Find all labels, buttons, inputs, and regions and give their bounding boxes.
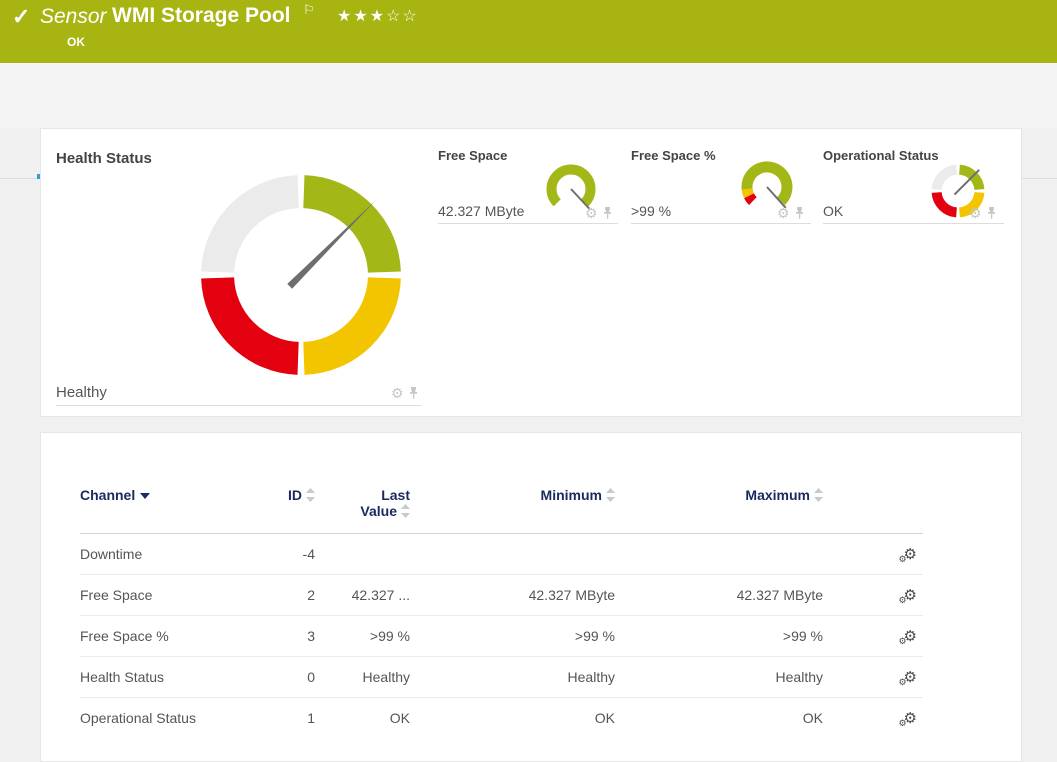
free-space-divider <box>438 223 618 224</box>
priority-flag-icon[interactable]: ⚐ <box>303 2 315 18</box>
table-row-free-space-pct[interactable]: Free Space % 3 >99 % >99 % >99 % ⚙ ⚙ <box>80 614 923 656</box>
tab-strip: Overview ((•)) Live Data 2 days 30 days … <box>0 63 1057 179</box>
cell-id: 3 <box>280 614 315 656</box>
column-header-last-label: Last <box>381 487 410 503</box>
cell-id: 1 <box>280 696 315 738</box>
column-header-maximum-label: Maximum <box>745 487 810 503</box>
health-status-value: Healthy <box>56 384 107 401</box>
cell-maximum: Healthy <box>615 655 823 697</box>
cell-minimum: 42.327 MByte <box>410 573 615 615</box>
operational-status-title: Operational Status <box>823 148 939 163</box>
cell-maximum: OK <box>615 696 823 738</box>
free-space-pct-actions[interactable]: ⚙ <box>777 205 805 222</box>
pin-icon[interactable] <box>986 206 997 219</box>
table-row-operational-status[interactable]: Operational Status 1 OK OK OK ⚙ ⚙ <box>80 696 923 738</box>
sort-icon <box>306 488 315 502</box>
health-status-gauge <box>201 175 401 375</box>
column-header-id-label: ID <box>288 487 302 503</box>
channel-settings-gear-icon[interactable]: ⚙ ⚙ <box>899 547 917 564</box>
priority-stars[interactable]: ★★★☆☆ <box>337 6 419 26</box>
column-header-settings <box>823 462 923 534</box>
cell-last-value <box>315 533 410 574</box>
sort-caret-down-icon <box>140 493 151 499</box>
cell-minimum <box>410 533 615 574</box>
channels-table: Channel ID Last Value Minimum Maximum Dow… <box>80 462 923 738</box>
pin-icon[interactable] <box>794 206 805 219</box>
cell-last-value: >99 % <box>315 614 410 656</box>
gear-icon[interactable]: ⚙ <box>969 205 982 221</box>
gear-icon[interactable]: ⚙ <box>391 385 404 401</box>
table-row-health-status[interactable]: Health Status 0 Healthy Healthy Healthy … <box>80 655 923 697</box>
free-space-value: 42.327 MByte <box>438 203 525 219</box>
operational-status-value: OK <box>823 203 844 219</box>
pin-icon[interactable] <box>602 206 613 219</box>
table-header-row: Channel ID Last Value Minimum Maximum <box>80 462 923 534</box>
pin-icon[interactable] <box>408 386 419 399</box>
table-row-free-space[interactable]: Free Space 2 42.327 ... 42.327 MByte 42.… <box>80 573 923 615</box>
free-space-pct-divider <box>631 223 811 224</box>
health-status-title: Health Status <box>56 150 152 167</box>
channel-settings-gear-icon[interactable]: ⚙ ⚙ <box>899 629 917 646</box>
column-header-minimum[interactable]: Minimum <box>410 462 615 534</box>
free-space-title: Free Space <box>438 148 508 163</box>
column-header-minimum-label: Minimum <box>540 487 602 503</box>
channel-settings-gear-icon[interactable]: ⚙ ⚙ <box>899 588 917 605</box>
sort-icon <box>606 488 615 502</box>
free-space-pct-title: Free Space % <box>631 148 716 163</box>
channel-settings-gear-icon[interactable]: ⚙ ⚙ <box>899 711 917 728</box>
column-header-id[interactable]: ID <box>280 462 315 534</box>
column-header-last-value[interactable]: Last Value <box>315 462 410 534</box>
gear-icon[interactable]: ⚙ <box>585 205 598 221</box>
sensor-status-badge: OK <box>67 35 85 49</box>
health-panel-divider <box>56 405 421 406</box>
column-header-channel-label: Channel <box>80 487 136 503</box>
cell-maximum: 42.327 MByte <box>615 573 823 615</box>
free-space-actions[interactable]: ⚙ <box>585 205 613 222</box>
cell-channel: Downtime <box>80 545 143 562</box>
operational-status-divider <box>823 223 1004 224</box>
cell-channel: Free Space <box>80 573 280 615</box>
sensor-title: WMI Storage Pool <box>112 4 291 27</box>
sort-icon <box>401 504 410 518</box>
cell-id: 0 <box>280 655 315 697</box>
column-header-value-label: Value <box>360 503 397 519</box>
cell-channel: Operational Status <box>80 696 280 738</box>
cell-minimum: >99 % <box>410 614 615 656</box>
gauges-panel: Health Status Healthy ⚙ Free Space 42.32… <box>40 128 1022 417</box>
sort-icon <box>814 488 823 502</box>
cell-minimum: Healthy <box>410 655 615 697</box>
health-panel-actions[interactable]: ⚙ <box>391 385 419 402</box>
cell-channel: Health Status <box>80 655 280 697</box>
cell-minimum: OK <box>410 696 615 738</box>
cell-id: -4 <box>302 545 315 562</box>
status-check-icon: ✓ <box>12 4 31 29</box>
gear-icon[interactable]: ⚙ <box>777 205 790 221</box>
table-row-downtime[interactable]: Downtime -4 ⚙ ⚙ <box>80 533 923 574</box>
operational-status-actions[interactable]: ⚙ <box>969 205 997 222</box>
object-kind-label: Sensor <box>40 5 107 28</box>
sensor-header-bar: ✓ Sensor WMI Storage Pool ⚐ ★★★☆☆ OK <box>0 0 1057 63</box>
cell-channel: Free Space % <box>80 614 280 656</box>
cell-maximum <box>615 533 823 574</box>
cell-last-value: Healthy <box>315 655 410 697</box>
channel-settings-gear-icon[interactable]: ⚙ ⚙ <box>899 670 917 687</box>
cell-maximum: >99 % <box>615 614 823 656</box>
cell-last-value: 42.327 ... <box>315 573 410 615</box>
free-space-pct-value: >99 % <box>631 203 672 219</box>
column-header-channel[interactable]: Channel <box>80 462 280 534</box>
column-header-maximum[interactable]: Maximum <box>615 462 823 534</box>
cell-id: 2 <box>280 573 315 615</box>
cell-last-value: OK <box>315 696 410 738</box>
